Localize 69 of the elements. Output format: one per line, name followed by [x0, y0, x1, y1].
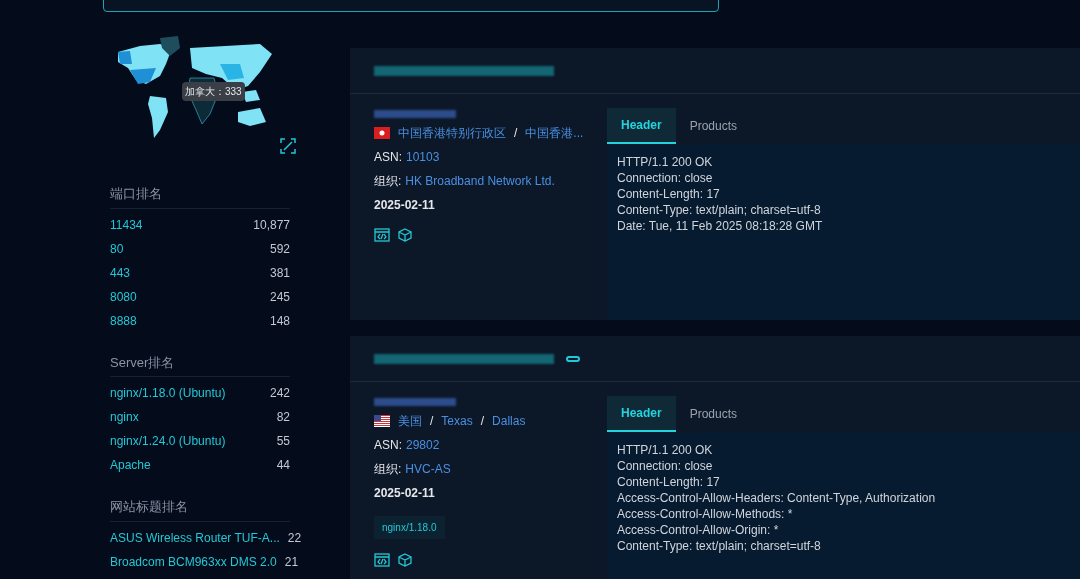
location-link[interactable]: 美国 [398, 412, 422, 430]
header-tab[interactable]: Header [607, 108, 676, 144]
location-link[interactable]: Dallas [492, 412, 526, 430]
ranking-count: 245 [269, 288, 290, 306]
ranking-item[interactable]: nginx [110, 408, 139, 426]
asn-link[interactable]: 29802 [406, 436, 440, 454]
ranking-count: 82 [276, 409, 290, 426]
ranking-count: 10,877 [253, 216, 290, 234]
code-icon[interactable] [374, 553, 390, 567]
ranking-item[interactable]: 8888 [110, 311, 137, 330]
location-link[interactable]: 中国香港特别行政区 [398, 124, 506, 142]
server-tag[interactable]: nginx/1.18.0 [374, 516, 445, 539]
asn-label: ASN: [374, 437, 402, 454]
header-line: Date: Tue, 11 Feb 2025 08:18:28 GMT [617, 218, 824, 234]
ranking-count: 381 [269, 264, 290, 282]
ranking-title: Server排名 [110, 352, 290, 377]
ranking-item[interactable]: 80 [110, 239, 124, 258]
org-link[interactable]: HVC-AS [405, 460, 451, 478]
header-line: Content-Type: text/plain; charset=utf-8 [617, 202, 822, 218]
flag-icon [374, 415, 390, 427]
ranking-item[interactable]: Apache [110, 456, 151, 474]
header-line: Connection: close [617, 170, 714, 186]
ranking-item[interactable]: 11434 [110, 215, 143, 234]
link-icon[interactable] [566, 355, 580, 362]
org-label: 组织: [374, 461, 402, 478]
header-tab[interactable]: Products [675, 396, 752, 432]
slash-separator: / [480, 413, 485, 430]
ranking-count: 592 [269, 240, 290, 258]
ranking-item[interactable]: 8080 [110, 287, 137, 306]
ranking-title: 网站标题排名 [110, 497, 290, 522]
ranking-item[interactable]: ASUS Wireless Router TUF-A... [110, 528, 280, 547]
cube-icon[interactable] [398, 228, 412, 242]
date-text: 2025-02-11 [374, 485, 436, 502]
header-tab[interactable]: Header [607, 396, 676, 432]
location-link[interactable]: 中国香港... [525, 124, 584, 142]
org-link[interactable]: HK Broadband Network Ltd. [405, 172, 555, 190]
flag-icon [374, 127, 390, 139]
ranking-count: 148 [269, 312, 290, 330]
ranking-count: 44 [276, 457, 290, 474]
header-line: Access-Control-Allow-Origin: * [617, 522, 780, 538]
ranking-count: 55 [276, 433, 290, 450]
ranking-item[interactable]: nginx/1.18.0 (Ubuntu) [110, 384, 226, 402]
header-line: Content-Type: text/plain; charset=utf-8 [617, 538, 822, 554]
fullscreen-icon[interactable] [280, 138, 296, 154]
ranking-count: 21 [284, 553, 299, 571]
location-link[interactable]: Texas [441, 412, 473, 430]
ranking-count: 242 [269, 385, 290, 402]
header-line: Content-Length: 17 [617, 474, 721, 490]
ranking-item[interactable]: Broadcom BCM963xx DMS 2.0 [110, 552, 277, 571]
code-icon[interactable] [374, 228, 390, 242]
map-tooltip: 加拿大：333 [182, 82, 245, 101]
header-line: Content-Length: 17 [617, 186, 721, 202]
asn-label: ASN: [374, 149, 402, 166]
cube-icon[interactable] [398, 553, 412, 567]
org-label: 组织: [374, 173, 402, 190]
ranking-title: 端口排名 [110, 184, 290, 209]
header-line: HTTP/1.1 200 OK [617, 154, 714, 170]
header-line: Access-Control-Allow-Methods: * [617, 506, 794, 522]
ranking-item[interactable]: nginx/1.24.0 (Ubuntu) [110, 432, 226, 450]
slash-separator: / [514, 125, 518, 142]
date-text: 2025-02-11 [374, 197, 436, 214]
header-line: HTTP/1.1 200 OK [617, 442, 714, 458]
slash-separator: / [430, 413, 434, 430]
ranking-item[interactable]: 443 [110, 263, 131, 282]
ranking-count: 22 [287, 529, 302, 547]
header-line: Connection: close [617, 458, 714, 474]
asn-link[interactable]: 10103 [406, 148, 440, 166]
header-line: Access-Control-Allow-Headers: Content-Type, Authorization [617, 490, 937, 506]
header-tab[interactable]: Products [675, 108, 752, 144]
